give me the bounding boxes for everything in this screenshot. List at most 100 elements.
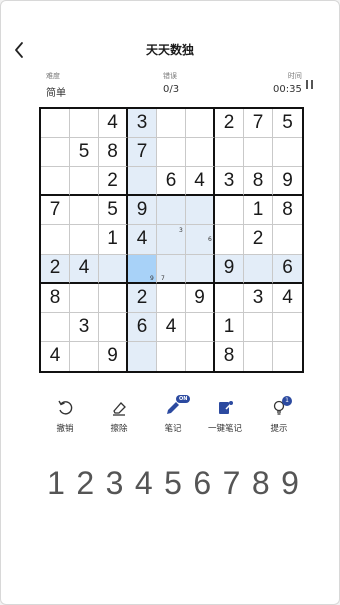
number-pad: 123456789: [42, 463, 304, 503]
erase-button[interactable]: 擦除: [97, 397, 141, 439]
sudoku-cell[interactable]: [41, 312, 70, 342]
sudoku-cell[interactable]: [41, 138, 70, 168]
sudoku-cell[interactable]: [186, 254, 215, 284]
sudoku-cell[interactable]: [128, 167, 157, 197]
sudoku-cell[interactable]: 5: [70, 138, 99, 168]
sudoku-cell[interactable]: [244, 341, 273, 371]
sudoku-cell[interactable]: 3: [244, 283, 273, 313]
sudoku-cell[interactable]: [99, 283, 128, 313]
sudoku-cell[interactable]: 3: [70, 312, 99, 342]
sudoku-cell[interactable]: [244, 138, 273, 168]
sudoku-cell[interactable]: [273, 138, 302, 168]
sudoku-cell[interactable]: 8: [244, 167, 273, 197]
sudoku-cell[interactable]: 2: [99, 167, 128, 197]
sudoku-cell[interactable]: [70, 167, 99, 197]
sudoku-cell[interactable]: [70, 196, 99, 226]
sudoku-cell[interactable]: [157, 196, 186, 226]
numpad-key-9[interactable]: 9: [276, 463, 304, 503]
numpad-key-8[interactable]: 8: [247, 463, 275, 503]
sudoku-cell[interactable]: [273, 342, 302, 371]
sudoku-cell[interactable]: [70, 283, 99, 313]
sudoku-cell[interactable]: [244, 254, 273, 284]
sudoku-cell[interactable]: [157, 283, 186, 313]
numpad-key-7[interactable]: 7: [218, 463, 246, 503]
sudoku-cell[interactable]: 5: [99, 196, 128, 226]
sudoku-cell[interactable]: [70, 225, 99, 255]
sudoku-cell[interactable]: [41, 109, 70, 139]
sudoku-cell[interactable]: 4: [41, 341, 70, 371]
erase-label: 擦除: [110, 424, 128, 434]
numpad-key-2[interactable]: 2: [71, 463, 99, 503]
sudoku-cell[interactable]: 5: [273, 109, 302, 139]
sudoku-cell[interactable]: 9: [273, 167, 302, 197]
sudoku-cell[interactable]: [186, 312, 215, 342]
sudoku-cell[interactable]: 8: [99, 138, 128, 168]
sudoku-cell[interactable]: [186, 138, 215, 168]
numpad-key-5[interactable]: 5: [159, 463, 187, 503]
sudoku-cell[interactable]: [157, 138, 186, 168]
sudoku-cell[interactable]: 9: [128, 254, 157, 284]
sudoku-cell[interactable]: [273, 313, 302, 342]
sudoku-cell[interactable]: [244, 312, 273, 342]
sudoku-cell[interactable]: [186, 341, 215, 371]
sudoku-cell[interactable]: 2: [244, 225, 273, 255]
sudoku-cell[interactable]: 3: [128, 109, 157, 139]
sudoku-cell[interactable]: [70, 341, 99, 371]
pause-button[interactable]: [305, 80, 315, 90]
sudoku-cell[interactable]: [41, 225, 70, 255]
sudoku-cell[interactable]: 4: [157, 312, 186, 342]
sudoku-cell[interactable]: [99, 312, 128, 342]
sudoku-cell[interactable]: [157, 109, 186, 139]
sudoku-cell[interactable]: [70, 109, 99, 139]
sudoku-cell[interactable]: 7: [244, 109, 273, 139]
sudoku-cell[interactable]: [273, 225, 302, 255]
sudoku-cell[interactable]: 4: [70, 254, 99, 284]
numpad-key-3[interactable]: 3: [101, 463, 129, 503]
numpad-key-1[interactable]: 1: [42, 463, 70, 503]
sudoku-cell[interactable]: 9: [186, 283, 215, 313]
sudoku-cell[interactable]: 6: [273, 254, 302, 284]
sudoku-cell[interactable]: 8: [41, 283, 70, 313]
sudoku-cell[interactable]: 4: [99, 109, 128, 139]
sudoku-cell[interactable]: 4: [273, 284, 302, 313]
sudoku-cell[interactable]: 6: [186, 225, 215, 255]
sudoku-cell[interactable]: 4: [128, 225, 157, 255]
sudoku-cell[interactable]: 9: [215, 254, 244, 284]
sudoku-cell[interactable]: 2: [128, 283, 157, 313]
sudoku-cell[interactable]: 4: [186, 167, 215, 197]
sudoku-cell[interactable]: 7: [128, 138, 157, 168]
sudoku-cell[interactable]: [99, 254, 128, 284]
sudoku-cell[interactable]: 1: [99, 225, 128, 255]
undo-button[interactable]: 撤销: [43, 397, 87, 439]
sudoku-cell[interactable]: 1: [215, 312, 244, 342]
sudoku-cell[interactable]: 2: [41, 254, 70, 284]
sudoku-cell[interactable]: [41, 167, 70, 197]
hint-button[interactable]: 1 提示: [257, 396, 301, 439]
sudoku-cell[interactable]: 8: [273, 196, 302, 226]
sudoku-cell[interactable]: 9: [99, 341, 128, 371]
sudoku-cell[interactable]: 8: [215, 341, 244, 371]
sudoku-cell[interactable]: [186, 109, 215, 139]
sudoku-cell[interactable]: [128, 341, 157, 371]
sudoku-cell[interactable]: [186, 196, 215, 226]
sudoku-cell[interactable]: 6: [128, 312, 157, 342]
numpad-key-6[interactable]: 6: [188, 463, 216, 503]
sudoku-cell[interactable]: 7: [157, 254, 186, 284]
numpad-key-4[interactable]: 4: [130, 463, 158, 503]
cell-value: 1: [107, 228, 118, 250]
sudoku-cell[interactable]: 1: [244, 196, 273, 226]
sudoku-cell[interactable]: 6: [157, 167, 186, 197]
sudoku-cell[interactable]: 9: [128, 196, 157, 226]
difficulty-label: 难度: [46, 72, 60, 80]
sudoku-cell[interactable]: 2: [215, 109, 244, 139]
auto-notes-button[interactable]: 一键笔记: [203, 397, 247, 439]
sudoku-cell[interactable]: [157, 341, 186, 371]
sudoku-cell[interactable]: 3: [215, 167, 244, 197]
sudoku-cell[interactable]: [215, 225, 244, 255]
sudoku-cell[interactable]: [215, 138, 244, 168]
sudoku-cell[interactable]: [215, 283, 244, 313]
notes-button[interactable]: ON 笔记: [151, 395, 195, 439]
sudoku-cell[interactable]: 3: [157, 225, 186, 255]
sudoku-cell[interactable]: 7: [41, 196, 70, 226]
sudoku-cell[interactable]: [215, 196, 244, 226]
